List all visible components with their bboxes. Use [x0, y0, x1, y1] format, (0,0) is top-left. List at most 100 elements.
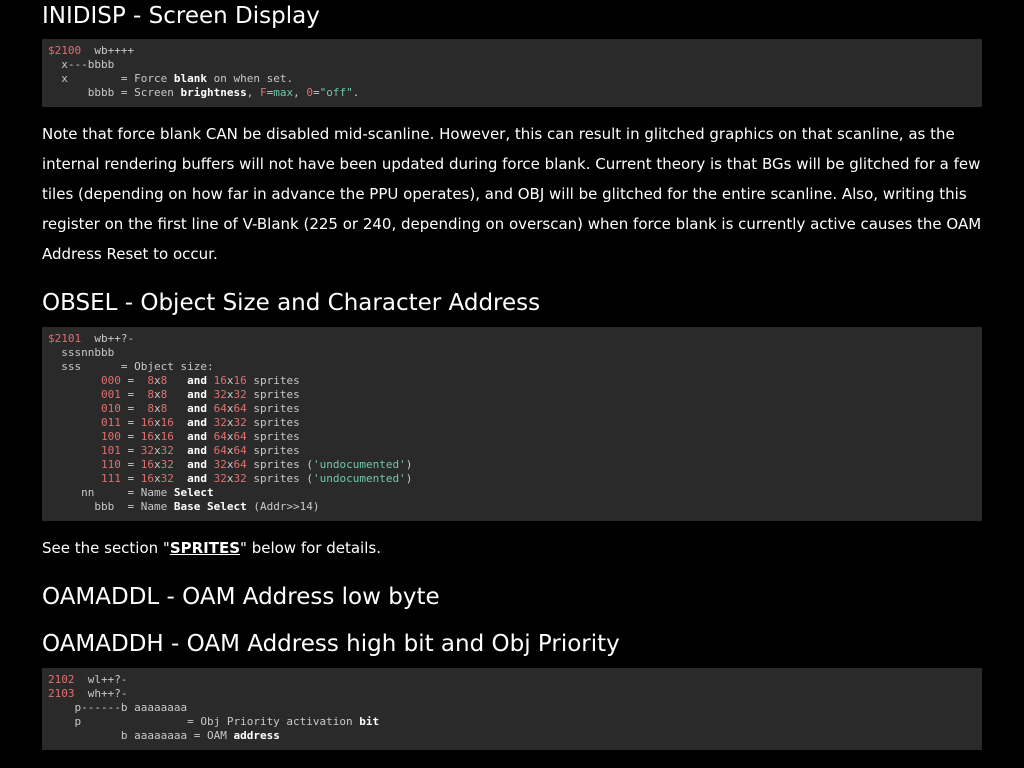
size-a: 8: [140, 388, 154, 401]
and-word: and: [187, 374, 207, 387]
code-text: =: [120, 444, 141, 457]
register-address: 2103: [48, 687, 75, 700]
size-a2: 32: [160, 444, 174, 457]
size-row: 111 = 16x32 and 32x32 sprites ('undocume…: [48, 472, 976, 486]
size-b2: 32: [233, 416, 247, 429]
field-keyword: brightness: [180, 86, 247, 99]
size-a: 16: [140, 472, 154, 485]
field-keyword: blank: [173, 72, 207, 85]
register-address: 2102: [48, 673, 75, 686]
field-value: F: [259, 86, 267, 99]
field-desc: ,: [246, 86, 260, 99]
undocumented-note: 'undocumented': [312, 458, 406, 471]
size-row: 101 = 32x32 and 64x64 sprites: [48, 444, 976, 458]
size-b: 64: [213, 402, 227, 415]
size-code: 101: [100, 444, 121, 457]
inidisp-note: Note that force blank CAN be disabled mi…: [42, 125, 982, 263]
field-desc: = Object size:: [120, 360, 214, 373]
obsel-code-block: $2101 wb++?- sssnnbbb sss = Object size:…: [42, 327, 982, 521]
size-b2: 32: [233, 472, 247, 485]
register-bits: p------b aaaaaaaa: [74, 701, 188, 714]
code-text: (: [299, 472, 313, 485]
field-key: p: [74, 715, 82, 728]
register-bits: sssnnbbb: [61, 346, 115, 359]
size-code: 110: [100, 458, 121, 471]
field-key: bbbb: [87, 86, 115, 99]
register-flags: wb++?-: [94, 332, 135, 345]
field-key: sss: [61, 360, 82, 373]
size-b2: 64: [233, 444, 247, 457]
code-text: x: [153, 374, 161, 387]
code-text: ): [405, 458, 413, 471]
size-b: 32: [213, 416, 227, 429]
size-code: 100: [100, 430, 121, 443]
field-value: max: [273, 86, 294, 99]
size-b2: 64: [233, 458, 247, 471]
field-desc: .: [352, 86, 360, 99]
size-a: 8: [140, 402, 154, 415]
size-b2: 64: [233, 402, 247, 415]
field-keyword: bit: [359, 715, 380, 728]
field-desc: = Force: [120, 72, 174, 85]
size-b: 32: [213, 388, 227, 401]
code-text: sprites: [246, 458, 300, 471]
see-also-text: " below for details.: [240, 539, 381, 557]
field-value: 0: [306, 86, 313, 99]
field-desc: = Name: [127, 500, 174, 513]
see-also-text: See the section ": [42, 539, 170, 557]
and-word: and: [187, 388, 207, 401]
sprites-link[interactable]: SPRITES: [170, 539, 240, 557]
code-text: sprites: [246, 430, 300, 443]
inidisp-heading: INIDISP - Screen Display: [42, 3, 320, 29]
field-keyword: Base Select: [173, 500, 247, 513]
size-b: 64: [213, 430, 227, 443]
size-row: 110 = 16x32 and 32x64 sprites ('undocume…: [48, 458, 976, 472]
code-text: x: [153, 458, 161, 471]
field-key: b aaaaaaaa: [120, 729, 188, 742]
size-a2: 16: [160, 430, 174, 443]
size-code: 111: [100, 472, 121, 485]
size-a2: 8: [160, 388, 174, 401]
field-desc: = Obj Priority activation: [187, 715, 360, 728]
field-desc: = Name: [127, 486, 174, 499]
code-text: sprites: [246, 416, 300, 429]
code-text: sprites: [246, 472, 300, 485]
size-a: 16: [140, 416, 154, 429]
code-text: =: [120, 430, 141, 443]
field-desc: =: [312, 86, 320, 99]
and-word: and: [187, 444, 207, 457]
undocumented-note: 'undocumented': [312, 472, 406, 485]
size-a2: 32: [160, 472, 174, 485]
code-text: sprites: [246, 388, 300, 401]
oamaddh-code-block: 2102 wl++?- 2103 wh++?- p------b aaaaaaa…: [42, 668, 982, 750]
field-desc: = OAM: [193, 729, 234, 742]
field-desc: on when set.: [206, 72, 294, 85]
size-b: 32: [213, 458, 227, 471]
size-b: 64: [213, 444, 227, 457]
code-text: =: [120, 402, 141, 415]
code-text: x: [153, 388, 161, 401]
code-text: x: [153, 416, 161, 429]
size-row: 001 = 8x8 and 32x32 sprites: [48, 388, 976, 402]
obsel-see-also: See the section "SPRITES" below for deta…: [42, 533, 982, 563]
field-keyword: Select: [173, 486, 214, 499]
size-a2: 16: [160, 416, 174, 429]
size-table: 000 = 8x8 and 16x16 sprites 001 = 8x8 an…: [48, 374, 976, 486]
field-desc: = Screen: [120, 86, 181, 99]
and-word: and: [187, 416, 207, 429]
